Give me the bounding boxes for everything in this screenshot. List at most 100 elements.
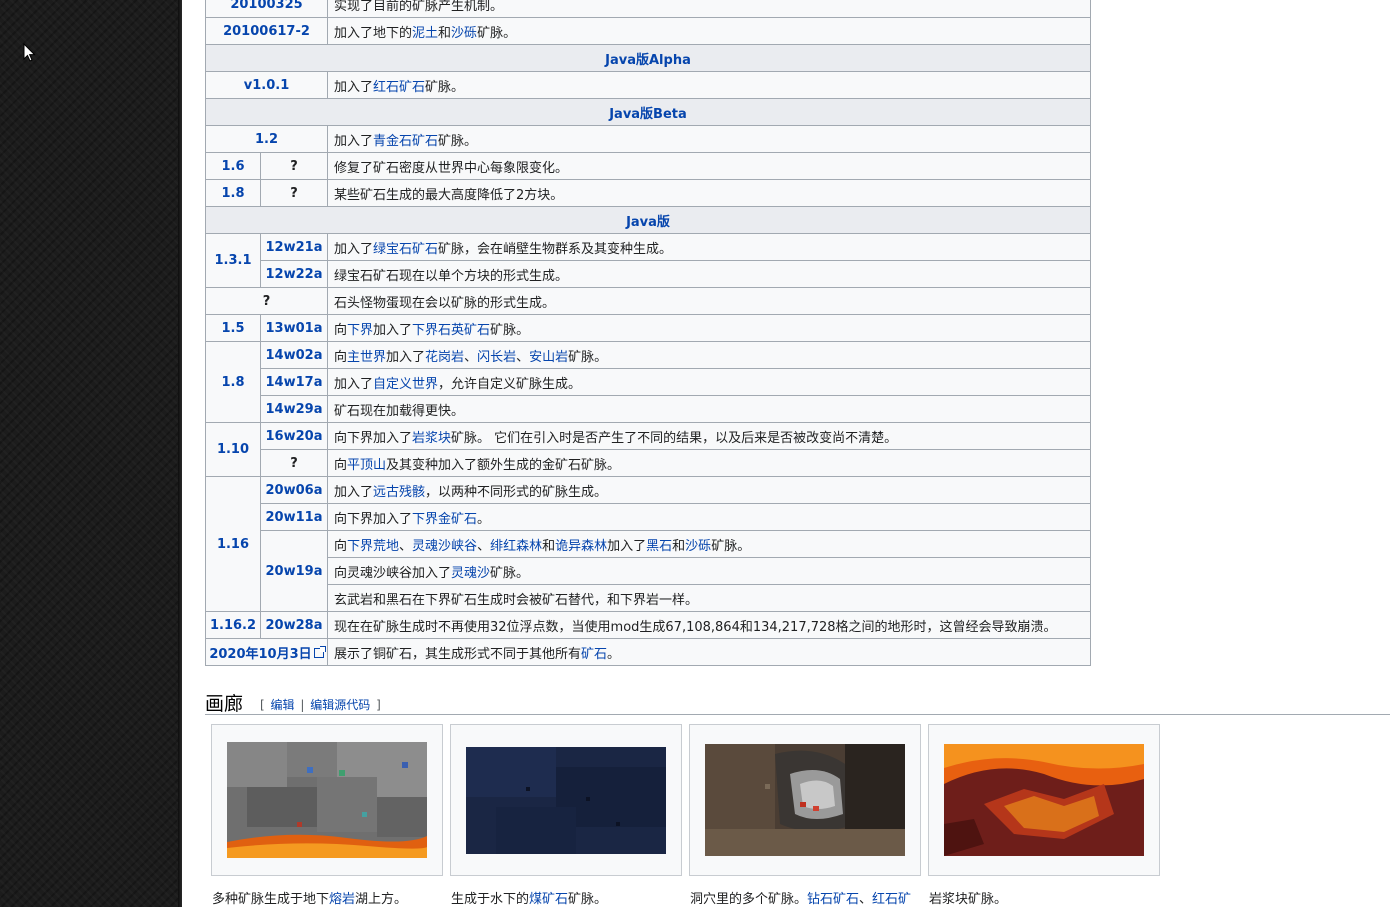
- separator: |: [300, 698, 305, 712]
- snapshot-cell[interactable]: 16w20a: [260, 422, 328, 450]
- history-row: 12w22a 绿宝石矿石现在以单个方块的形式生成。: [206, 260, 1091, 288]
- version-label[interactable]: 1.2: [255, 132, 278, 147]
- wiki-link[interactable]: 泥土: [412, 26, 438, 41]
- change-description: 展示了铜矿石，其生成形式不同于其他所有矿石。: [327, 638, 1091, 666]
- wiki-link[interactable]: 平顶山: [347, 458, 386, 473]
- wiki-link[interactable]: 灵魂沙峡谷: [412, 539, 477, 554]
- wiki-link[interactable]: 自定义世界: [373, 377, 438, 392]
- text-fragment: 。: [477, 511, 491, 527]
- version-label[interactable]: 2020年10月3日: [209, 647, 311, 662]
- wiki-link[interactable]: 沙砾: [451, 26, 477, 41]
- snapshot-cell[interactable]: 20w19a: [260, 530, 328, 612]
- history-row: ? 向平顶山及其变种加入了额外生成的金矿石矿脉。: [206, 449, 1091, 477]
- wiki-link[interactable]: 下界荒地: [347, 539, 399, 554]
- snapshot-cell[interactable]: 12w21a: [260, 233, 328, 261]
- history-section-row: Java版Beta: [205, 98, 1091, 126]
- version-cell[interactable]: 1.10: [205, 422, 261, 477]
- wiki-link[interactable]: 花岗岩: [425, 350, 464, 365]
- text-fragment: 加入了: [373, 322, 413, 338]
- version-cell[interactable]: 20100325: [205, 0, 328, 18]
- snapshot-cell[interactable]: 20w28a: [260, 611, 328, 639]
- external-link-icon: [313, 645, 326, 658]
- version-cell[interactable]: 1.8: [205, 341, 261, 423]
- wiki-link[interactable]: 沙砾: [685, 539, 711, 554]
- version-label[interactable]: 1.10: [217, 442, 249, 457]
- edit-source-link[interactable]: 编辑源代码: [310, 698, 370, 712]
- text-fragment: ，允许自定义矿脉生成。: [438, 376, 582, 392]
- text-fragment: 、: [477, 538, 491, 554]
- snapshot-cell[interactable]: 12w22a: [260, 260, 328, 288]
- wiki-link[interactable]: 钻石矿石: [807, 892, 859, 907]
- gallery-item-lava-lake[interactable]: [211, 724, 443, 876]
- change-description: 加入了自定义世界，允许自定义矿脉生成。: [327, 368, 1091, 396]
- wiki-link[interactable]: 诡异森林: [555, 539, 607, 554]
- wiki-link[interactable]: 安山岩: [529, 350, 568, 365]
- gallery-heading: 画廊 [ 编辑 | 编辑源代码 ]: [205, 686, 1390, 715]
- gallery-image-magma-block: [944, 744, 1144, 856]
- edit-link[interactable]: 编辑: [271, 698, 295, 712]
- wiki-link[interactable]: 青金石矿石: [373, 134, 438, 149]
- wiki-link[interactable]: 熔岩: [329, 892, 355, 907]
- version-label[interactable]: 1.6: [221, 159, 244, 174]
- change-description: 向下界荒地、灵魂沙峡谷、绯红森林和诡异森林加入了黑石和沙砾矿脉。: [327, 530, 1091, 558]
- version-cell[interactable]: 1.5: [205, 314, 261, 342]
- text-fragment: 矿脉。: [490, 565, 530, 581]
- version-label[interactable]: 1.8: [221, 375, 244, 390]
- version-label[interactable]: 1.3.1: [214, 253, 251, 268]
- wiki-link[interactable]: 绿宝石矿石: [373, 242, 438, 257]
- wiki-link[interactable]: 远古残骸: [373, 485, 425, 500]
- version-label[interactable]: v1.0.1: [244, 78, 290, 93]
- version-cell[interactable]: 1.16.2: [205, 611, 261, 639]
- text-fragment: 岩浆块矿脉。: [929, 892, 1008, 907]
- wiki-link[interactable]: 岩浆块: [412, 431, 451, 446]
- gallery-item-coal-underwater[interactable]: [450, 724, 682, 876]
- version-cell[interactable]: v1.0.1: [205, 71, 328, 99]
- text-fragment: 和: [672, 538, 686, 554]
- wiki-link[interactable]: 红石矿石: [373, 80, 425, 95]
- change-description: 石头怪物蛋现在会以矿脉的形式生成。: [327, 287, 1091, 315]
- wiki-link[interactable]: 闪长岩: [477, 350, 516, 365]
- version-label[interactable]: 20100325: [230, 0, 302, 12]
- gallery-item-cave-ores[interactable]: [689, 724, 921, 876]
- version-cell[interactable]: 1.6: [205, 152, 261, 180]
- wiki-link[interactable]: 下界: [347, 323, 373, 338]
- gallery-title: 画廊: [205, 693, 244, 715]
- version-cell[interactable]: 1.2: [205, 125, 328, 153]
- change-description: 修复了矿石密度从世界中心每象限变化。: [327, 152, 1091, 180]
- version-cell[interactable]: 1.3.1: [205, 233, 261, 288]
- wiki-link[interactable]: 红石矿: [872, 892, 911, 907]
- version-cell: ?: [205, 287, 328, 315]
- wiki-link[interactable]: 黑石: [646, 539, 672, 554]
- snapshot-cell[interactable]: 20w11a: [260, 503, 328, 531]
- version-label[interactable]: 1.5: [221, 321, 244, 336]
- change-description: 玄武岩和黑石在下界矿石生成时会被矿石替代，和下界岩一样。: [327, 584, 1091, 612]
- wiki-link[interactable]: 绯红森林: [490, 539, 542, 554]
- text-fragment: 和: [542, 538, 556, 554]
- wiki-link[interactable]: 下界石英矿石: [412, 323, 490, 338]
- snapshot-cell[interactable]: 14w17a: [260, 368, 328, 396]
- version-label[interactable]: 1.8: [221, 186, 244, 201]
- version-label[interactable]: 20100617-2: [223, 24, 310, 39]
- snapshot-cell[interactable]: 14w02a: [260, 341, 328, 369]
- snapshot-cell[interactable]: 13w01a: [260, 314, 328, 342]
- edition-header[interactable]: Java版: [205, 206, 1091, 234]
- version-cell[interactable]: 20100617-2: [205, 17, 328, 45]
- edition-header[interactable]: Java版Beta: [205, 98, 1091, 126]
- change-description: 加入了红石矿石矿脉。: [327, 71, 1091, 99]
- wiki-link[interactable]: 主世界: [347, 350, 386, 365]
- change-description: 实现了目前的矿脉产生机制。: [327, 0, 1091, 18]
- wiki-link[interactable]: 矿石: [581, 647, 607, 662]
- snapshot-cell[interactable]: 20w06a: [260, 476, 328, 504]
- version-cell[interactable]: 1.16: [205, 476, 261, 612]
- gallery-item-magma-block[interactable]: [928, 724, 1160, 876]
- wiki-link[interactable]: 下界金矿石: [412, 512, 477, 527]
- wiki-link[interactable]: 煤矿石: [529, 892, 568, 907]
- version-label[interactable]: 1.16: [217, 537, 249, 552]
- bracket-open: [: [260, 698, 265, 712]
- wiki-link[interactable]: 灵魂沙: [451, 566, 490, 581]
- version-cell[interactable]: 1.8: [205, 179, 261, 207]
- edition-header[interactable]: Java版Alpha: [205, 44, 1091, 72]
- version-label[interactable]: 1.16.2: [210, 618, 256, 633]
- version-cell[interactable]: 2020年10月3日: [205, 638, 328, 666]
- snapshot-cell[interactable]: 14w29a: [260, 395, 328, 423]
